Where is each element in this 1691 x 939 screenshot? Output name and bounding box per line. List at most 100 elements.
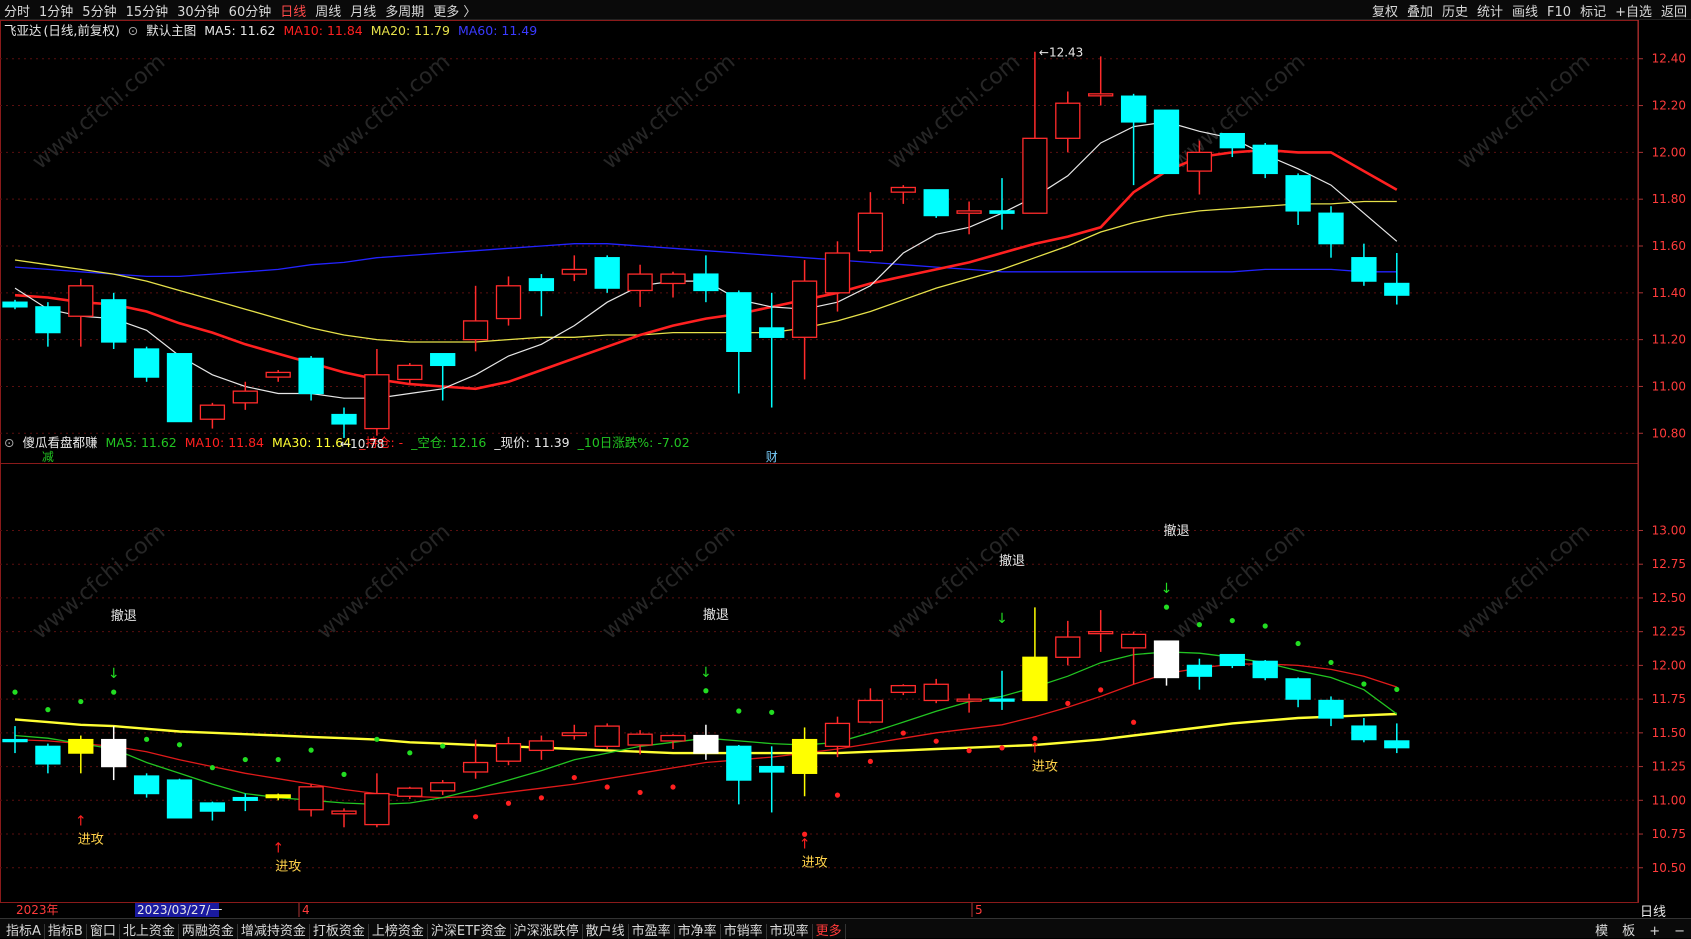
retreat-signal-label: 撤退: [703, 607, 729, 623]
stop-signal-dot: [440, 743, 446, 749]
sell-arrow: ↓: [700, 665, 712, 681]
mark-button[interactable]: 标记: [1580, 5, 1606, 20]
y-tick-label: 11.75: [1652, 692, 1686, 706]
buy-arrow: ↑: [272, 840, 284, 856]
watermark: www.cfchi.com: [313, 49, 455, 174]
buy-arrow: ↑: [799, 836, 811, 852]
candle-body: [199, 404, 226, 420]
sell-arrow: ↓: [996, 611, 1008, 627]
candle-body: [1022, 656, 1048, 702]
candle-body: [528, 278, 555, 292]
restore-right-button[interactable]: 复权: [1372, 5, 1398, 20]
sub-ma30-line: [14, 712, 1397, 755]
period-tab[interactable]: 5分钟: [82, 5, 116, 20]
candle-body: [594, 257, 620, 289]
period-tab-active[interactable]: 日线: [280, 5, 306, 20]
y-tick-label: 12.75: [1652, 557, 1686, 571]
candle-body: [824, 252, 851, 294]
period-tab[interactable]: 60分钟: [229, 5, 272, 20]
buy-signal-dot: [1032, 735, 1038, 742]
candle-body: [627, 733, 653, 746]
candle-body: [890, 684, 916, 694]
add-watchlist-button[interactable]: +自选: [1615, 5, 1652, 20]
legend-sub-ma10: MA10: 11.84: [184, 435, 264, 450]
buy-signal-dot: [505, 800, 512, 806]
y-tick-label: 11.80: [1652, 192, 1686, 206]
stats-button[interactable]: 统计: [1477, 5, 1503, 20]
draw-line-button[interactable]: 画线: [1512, 5, 1538, 20]
candle-body: [232, 796, 258, 801]
adjust-mode: (日线,前复权): [43, 23, 120, 38]
buy-signal-dot: [999, 745, 1005, 751]
stock-name[interactable]: 飞亚达: [4, 23, 42, 38]
collapse-icon[interactable]: ⊙: [128, 23, 138, 38]
candle-body: [1384, 740, 1410, 749]
candle-body: [397, 787, 423, 797]
candle-body: [1153, 640, 1180, 679]
kline-chart[interactable]: 12.40 12.20 12.00 11.80 11.60 11.40 11.20 11.00…: [0, 0, 1691, 937]
candle-body: [989, 210, 1015, 214]
candle-body: [857, 699, 884, 723]
candle-body: [364, 792, 390, 826]
date-label-year: 2023年: [16, 903, 59, 917]
stop-signal-dot: [209, 765, 215, 771]
candle-body: [298, 786, 324, 811]
candle-body: [1022, 137, 1048, 214]
candle-body: [101, 738, 127, 768]
y-tick-label: 12.25: [1652, 625, 1686, 639]
attack-signal-label: 进攻: [802, 855, 828, 870]
legend-ma20: MA20: 11.79: [370, 23, 450, 38]
legend-ma60: MA60: 11.49: [457, 23, 538, 38]
candle-body: [1219, 132, 1245, 149]
buy-signal-dot: [1131, 719, 1137, 725]
y-tick-label: 12.50: [1652, 591, 1686, 605]
f10-button[interactable]: F10: [1547, 5, 1571, 20]
collapse-icon[interactable]: ⊙: [4, 435, 14, 450]
stop-signal-dot: [45, 707, 51, 713]
period-tab[interactable]: 多周期: [385, 5, 424, 20]
retreat-signal-label: 撤退: [999, 553, 1025, 569]
buy-arrow: ↑: [75, 813, 87, 829]
stop-signal-dot: [1262, 623, 1268, 629]
more-periods-button[interactable]: 更多 〉: [433, 5, 476, 20]
period-tab[interactable]: 分时: [4, 5, 30, 20]
watermark: www.cfchi.com: [28, 519, 170, 644]
period-tab[interactable]: 1分钟: [39, 5, 73, 20]
candle-body: [1351, 725, 1377, 741]
event-marker: 减: [42, 450, 54, 464]
overlay-button[interactable]: 叠加: [1407, 5, 1433, 20]
indicator-name[interactable]: 傻瓜看盘都赚: [22, 435, 97, 450]
bottom-tab-bar: 指标A 指标B 窗口 北上资金 两融资金 增减持资金 打板资金 上榜资金 沪深ETF资金 沪深涨跌…: [0, 918, 1691, 939]
y-tick-label: 12.40: [1652, 52, 1686, 66]
candle-body: [726, 745, 752, 781]
period-tab[interactable]: 周线: [315, 5, 341, 20]
candle-body: [232, 390, 258, 404]
candle-body: [462, 320, 489, 341]
sub-ma10-line: [14, 663, 1398, 799]
main-view-name[interactable]: 默认主图: [146, 23, 196, 38]
candle-body: [462, 761, 489, 773]
watermark: www.cfchi.com: [313, 519, 455, 644]
retreat-signal-label: 撤退: [1163, 523, 1189, 539]
y-tick-label: 10.80: [1652, 426, 1686, 440]
period-tab[interactable]: 15分钟: [126, 5, 169, 20]
watermark: www.cfchi.com: [598, 519, 740, 644]
history-button[interactable]: 历史: [1442, 5, 1468, 20]
legend-change10: _10日涨跌%: -7.02: [577, 435, 690, 450]
main-chart-legend: 飞亚达 (日线,前复权) ⊙ 默认主图 MA5: 11.62 MA10: 11.84 MA2…: [4, 20, 545, 39]
back-button[interactable]: 返回: [1661, 5, 1687, 20]
candle-body: [68, 738, 94, 754]
candle-body: [35, 745, 61, 765]
y-tick-label: 10.50: [1652, 861, 1686, 875]
legend-price: _现价: 11.39: [494, 435, 570, 450]
ma60-line: [14, 243, 1397, 278]
candle-body: [1088, 631, 1114, 635]
high-price-label: ←12.43: [1039, 46, 1083, 60]
y-tick-label: 12.00: [1652, 145, 1686, 159]
date-label-month: 5: [975, 903, 983, 917]
period-tab[interactable]: 30分钟: [177, 5, 220, 20]
y-tick-label: 13.00: [1652, 523, 1686, 537]
stop-signal-dot: [12, 689, 18, 695]
period-tab[interactable]: 月线: [350, 5, 376, 20]
stop-signal-dot: [769, 709, 775, 715]
